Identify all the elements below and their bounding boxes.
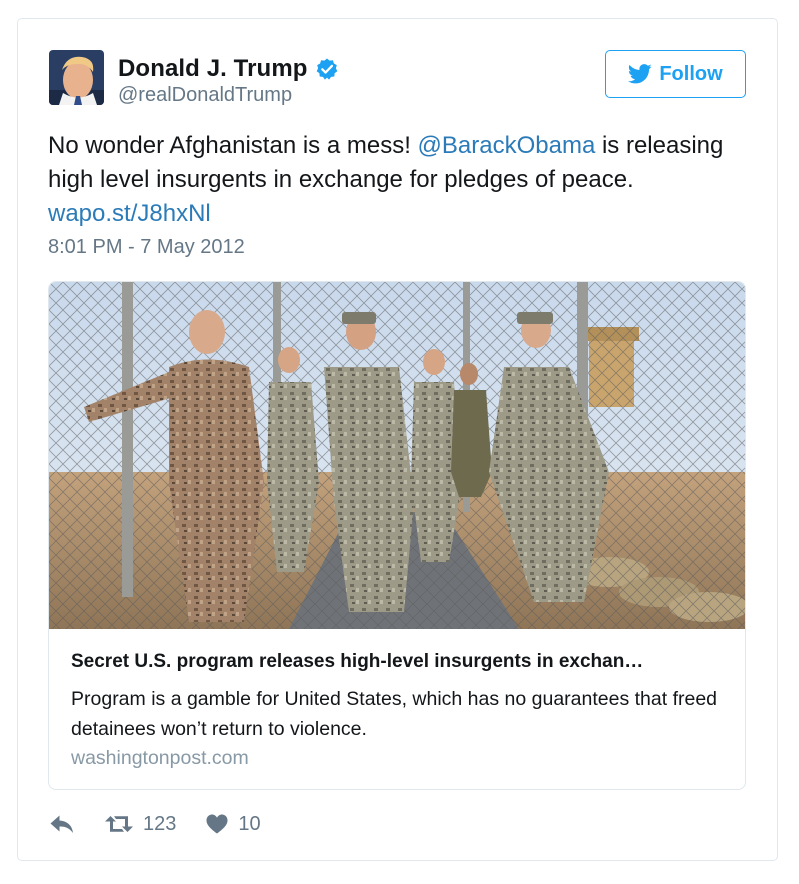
card-title[interactable]: Secret U.S. program releases high-level … — [71, 651, 731, 673]
card-domain: washingtonpost.com — [71, 747, 249, 769]
bird-icon — [628, 64, 652, 84]
card-description: Program is a gamble for United States, w… — [71, 688, 718, 740]
card-image[interactable] — [49, 282, 745, 629]
author-name-row: Donald J. Trump — [118, 55, 339, 83]
verified-badge-icon — [315, 57, 339, 81]
tweet-actions: 123 10 — [49, 809, 261, 839]
tweet-text: No wonder Afghanistan is a mess! @Barack… — [48, 129, 758, 231]
heart-icon — [206, 814, 228, 834]
reply-button[interactable] — [49, 813, 75, 835]
tweet-card: Donald J. Trump @realDonaldTrump Follow … — [17, 18, 778, 861]
retweet-button[interactable]: 123 — [105, 813, 176, 836]
reply-icon — [50, 815, 73, 833]
author-name[interactable]: Donald J. Trump — [118, 55, 308, 83]
avatar[interactable] — [49, 50, 104, 105]
follow-label: Follow — [659, 62, 723, 85]
author-handle[interactable]: @realDonaldTrump — [118, 84, 292, 107]
follow-button[interactable]: Follow — [605, 50, 746, 98]
retweet-icon — [105, 816, 133, 832]
like-count: 10 — [238, 812, 261, 835]
short-url-link[interactable]: wapo.st/J8hxNl — [48, 200, 211, 227]
link-card[interactable]: Secret U.S. program releases high-level … — [48, 281, 746, 790]
like-button[interactable]: 10 — [206, 812, 261, 836]
retweet-count: 123 — [143, 812, 177, 835]
mention-link[interactable]: @BarackObama — [418, 132, 596, 159]
tweet-timestamp[interactable]: 8:01 PM - 7 May 2012 — [48, 236, 245, 259]
tweet-text-part1: No wonder Afghanistan is a mess! — [48, 132, 418, 159]
